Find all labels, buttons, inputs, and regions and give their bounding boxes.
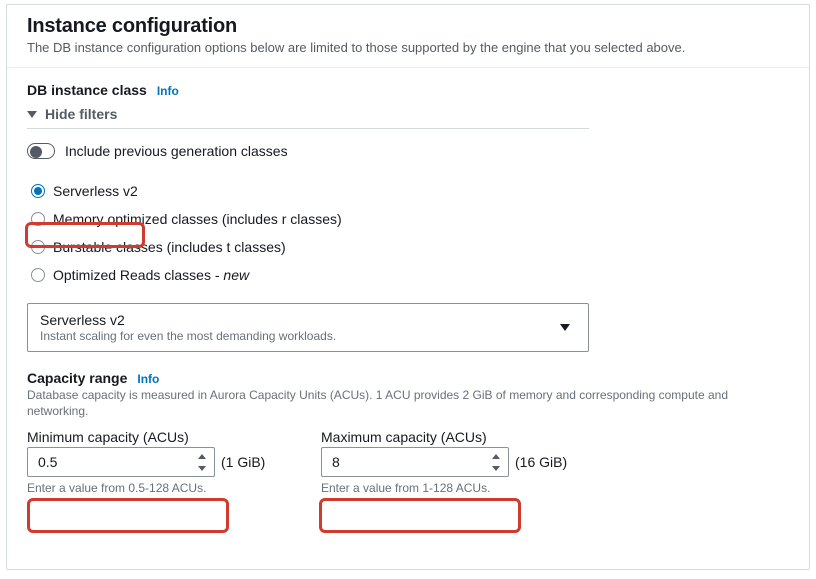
dropdown-title: Serverless v2 [40,312,336,328]
hide-filters-toggle[interactable]: Hide filters [27,106,589,129]
radio-label: Burstable classes (includes t classes) [53,239,286,255]
include-previous-toggle[interactable] [27,143,55,159]
chevron-down-icon [492,466,500,471]
radio-label-text: Optimized Reads classes - [53,267,223,283]
max-capacity-input-row: 8 (16 GiB) [321,447,591,477]
min-capacity-col: Minimum capacity (ACUs) 0.5 (1 GiB) Ente… [27,429,297,495]
db-instance-class-info-link[interactable]: Info [157,84,179,98]
radio-row-serverless-v2[interactable]: Serverless v2 [27,177,789,205]
radio-row-optimized-reads[interactable]: Optimized Reads classes - new [27,261,789,289]
chevron-up-icon [492,454,500,459]
min-capacity-suffix: (1 GiB) [221,454,265,470]
hide-filters-label: Hide filters [45,106,117,122]
min-capacity-label: Minimum capacity (ACUs) [27,429,297,445]
capacity-range-description: Database capacity is measured in Aurora … [27,388,767,419]
instance-config-panel: Instance configuration The DB instance c… [6,4,810,570]
panel-title: Instance configuration [27,15,789,38]
panel-header: Instance configuration The DB instance c… [7,5,809,68]
toggle-knob-icon [30,146,42,158]
db-instance-class-label-row: DB instance class Info [27,82,789,98]
stepper-up-button[interactable] [488,450,504,462]
capacity-range-info-link[interactable]: Info [137,372,159,386]
max-capacity-label: Maximum capacity (ACUs) [321,429,591,445]
radio-input[interactable] [31,268,45,282]
include-previous-row: Include previous generation classes [27,143,789,159]
stepper-up-button[interactable] [194,450,210,462]
radio-row-burstable[interactable]: Burstable classes (includes t classes) [27,233,789,261]
capacity-grid: Minimum capacity (ACUs) 0.5 (1 GiB) Ente… [27,429,789,495]
radio-input[interactable] [31,240,45,254]
chevron-up-icon [198,454,206,459]
min-capacity-input-row: 0.5 (1 GiB) [27,447,297,477]
stepper-buttons [488,450,504,474]
caret-down-icon [27,111,37,118]
dropdown-text: Serverless v2 Instant scaling for even t… [40,312,336,343]
capacity-range-label: Capacity range [27,370,127,386]
stepper-down-button[interactable] [488,462,504,474]
radio-input[interactable] [31,184,45,198]
chevron-down-icon [198,466,206,471]
instance-class-radio-group: Serverless v2 Memory optimized classes (… [27,177,789,289]
max-capacity-col: Maximum capacity (ACUs) 8 (16 GiB) Enter… [321,429,591,495]
panel-body: DB instance class Info Hide filters Incl… [7,68,809,499]
min-capacity-help: Enter a value from 0.5-128 ACUs. [27,481,297,495]
stepper-buttons [194,450,210,474]
max-capacity-help: Enter a value from 1-128 ACUs. [321,481,591,495]
radio-label: Optimized Reads classes - new [53,267,249,283]
min-capacity-input[interactable]: 0.5 [27,447,215,477]
chevron-down-icon [560,324,570,331]
radio-label-suffix: new [223,267,249,283]
dropdown-sub: Instant scaling for even the most demand… [40,329,336,343]
include-previous-label: Include previous generation classes [65,143,288,159]
radio-row-memory-optimized[interactable]: Memory optimized classes (includes r cla… [27,205,789,233]
instance-class-dropdown[interactable]: Serverless v2 Instant scaling for even t… [27,303,589,352]
radio-label: Serverless v2 [53,183,138,199]
db-instance-class-label: DB instance class [27,82,147,98]
radio-input[interactable] [31,212,45,226]
max-capacity-input[interactable]: 8 [321,447,509,477]
radio-label: Memory optimized classes (includes r cla… [53,211,342,227]
min-capacity-value: 0.5 [38,454,57,470]
max-capacity-suffix: (16 GiB) [515,454,567,470]
max-capacity-value: 8 [332,454,340,470]
capacity-range-label-row: Capacity range Info [27,370,789,386]
panel-subtitle: The DB instance configuration options be… [27,40,789,55]
stepper-down-button[interactable] [194,462,210,474]
